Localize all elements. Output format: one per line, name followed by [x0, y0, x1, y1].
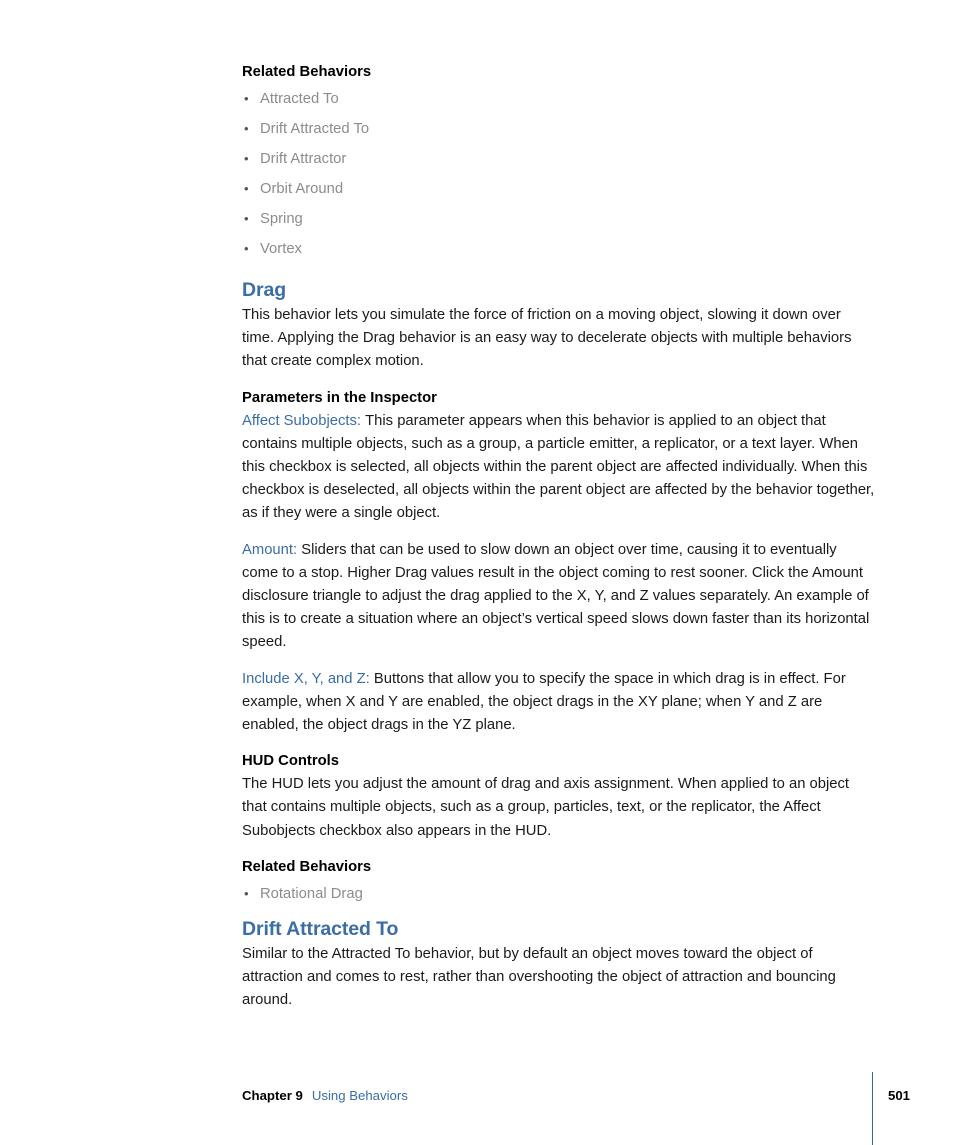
parameter-text: Sliders that can be used to slow down an… [242, 541, 870, 651]
page-footer: Chapter 9 Using Behaviors 501 [242, 1072, 922, 1145]
section-drift-attracted-to: Drift Attracted To Similar to the Attrac… [242, 917, 876, 1013]
page-number: 501 [888, 1088, 911, 1103]
parameter-affect-subobjects: Affect Subobjects: This parameter appear… [242, 410, 876, 526]
drag-intro-paragraph: This behavior lets you simulate the forc… [242, 307, 852, 370]
drift-attracted-to-paragraph: Similar to the Attracted To behavior, bu… [242, 945, 836, 1009]
list-item[interactable]: Attracted To [242, 84, 876, 114]
drag-heading: Drag [242, 279, 287, 301]
hud-controls-paragraph: The HUD lets you adjust the amount of dr… [242, 776, 850, 839]
parameter-label: Affect Subobjects: [242, 412, 361, 429]
parameter-label: Include X, Y, and Z: [242, 670, 370, 687]
parameter-amount: Amount: Sliders that can be used to slow… [242, 539, 876, 655]
list-item[interactable]: Drift Attracted To [242, 114, 876, 144]
parameter-label: Amount: [242, 541, 298, 558]
list-item[interactable]: Drift Attractor [242, 144, 876, 174]
section-related-behaviors-top: Related Behaviors Attracted To Drift Att… [242, 62, 876, 264]
list-item[interactable]: Vortex [242, 234, 876, 264]
related-behaviors-heading: Related Behaviors [242, 64, 372, 80]
footer-breadcrumb: Chapter 9 Using Behaviors [242, 1086, 408, 1106]
related-behaviors-list: Rotational Drag [242, 879, 876, 909]
page-content: Related Behaviors Attracted To Drift Att… [242, 62, 876, 1012]
footer-divider [872, 1072, 874, 1145]
drift-attracted-to-heading: Drift Attracted To [242, 917, 399, 940]
related-behaviors-heading: Related Behaviors [242, 858, 372, 875]
list-item[interactable]: Orbit Around [242, 174, 876, 204]
list-item[interactable]: Spring [242, 204, 876, 234]
footer-chapter-title[interactable]: Using Behaviors [312, 1088, 408, 1103]
section-drag: Drag This behavior lets you simulate the… [242, 278, 876, 909]
list-item[interactable]: Rotational Drag [242, 879, 876, 909]
related-behaviors-list: Attracted To Drift Attracted To Drift At… [242, 84, 876, 264]
parameters-in-the-inspector-heading: Parameters in the Inspector [242, 389, 437, 406]
hud-controls-heading: HUD Controls [242, 753, 339, 770]
parameter-include-xyz: Include X, Y, and Z: Buttons that allow … [242, 668, 876, 738]
document-page: Related Behaviors Attracted To Drift Att… [0, 0, 954, 1145]
footer-chapter-label: Chapter 9 [242, 1088, 303, 1103]
